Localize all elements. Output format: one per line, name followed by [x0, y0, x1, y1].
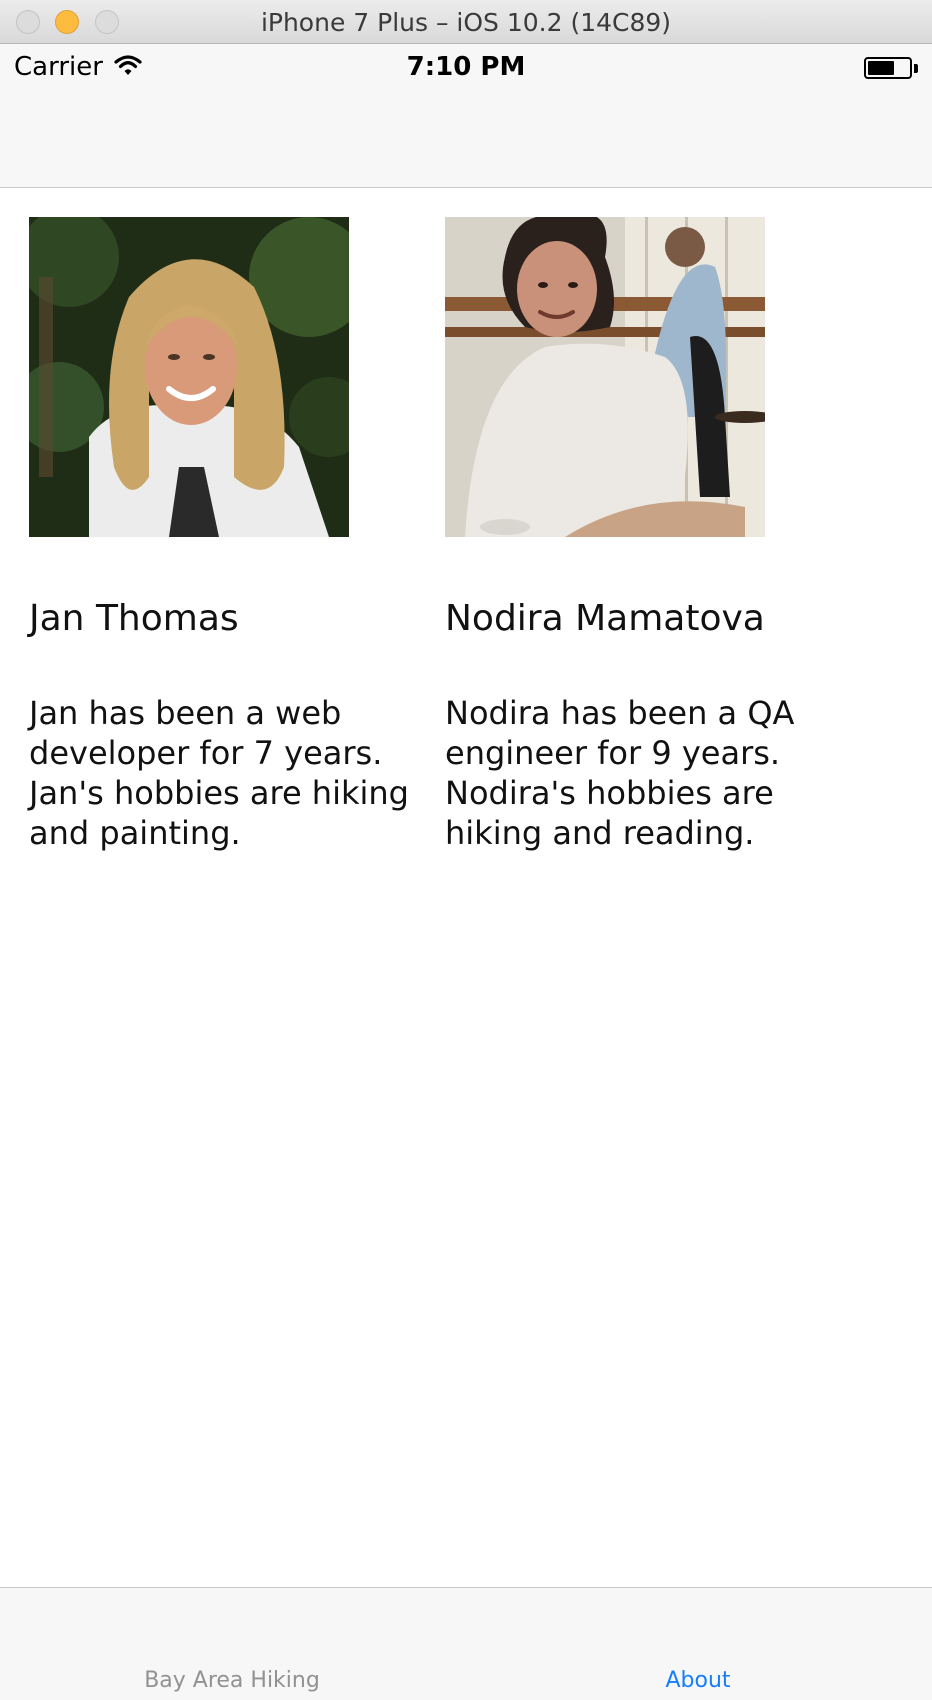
simulator-window: iPhone 7 Plus – iOS 10.2 (14C89) Carrier… [0, 0, 932, 1700]
window-title: iPhone 7 Plus – iOS 10.2 (14C89) [260, 8, 672, 37]
person-photo-nodira [445, 217, 765, 537]
status-bar: Carrier 7:10 PM [0, 44, 932, 92]
person-card-nodira: Nodira Mamatova Nodira has been a QA eng… [445, 217, 825, 853]
person-card-jan: Jan Thomas Jan has been a web developer … [29, 217, 409, 853]
about-content: Jan Thomas Jan has been a web developer … [0, 189, 932, 1587]
battery-tip [914, 64, 918, 73]
tab-about[interactable]: About [548, 1668, 848, 1693]
battery-icon [864, 57, 912, 79]
navigation-bar [0, 92, 932, 188]
window-titlebar: iPhone 7 Plus – iOS 10.2 (14C89) [0, 0, 932, 44]
person-name: Nodira Mamatova [445, 598, 765, 639]
person-bio: Nodira has been a QA engineer for 9 year… [445, 694, 795, 852]
status-time: 7:10 PM [406, 52, 526, 82]
tab-bar: Bay Area Hiking About [0, 1587, 932, 1700]
person-photo-jan [29, 217, 349, 537]
person-name: Jan Thomas [29, 598, 239, 639]
person-bio: Jan has been a web developer for 7 years… [29, 694, 409, 852]
tab-bay-area-hiking[interactable]: Bay Area Hiking [82, 1668, 382, 1693]
